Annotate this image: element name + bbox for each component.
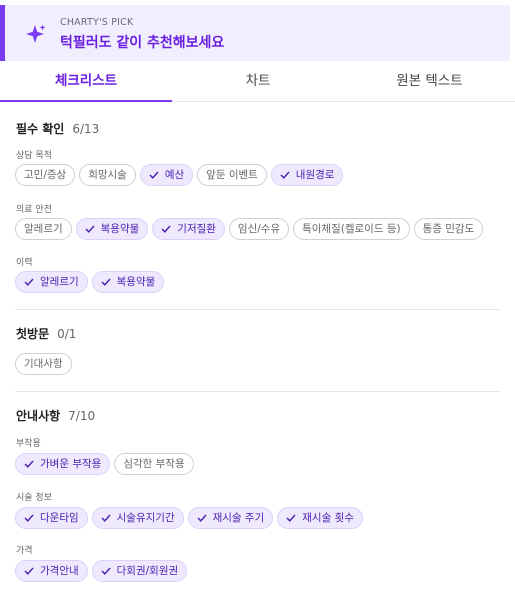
chip-label: 특이체질(켈로이드 등) — [302, 223, 401, 235]
active-tab-indicator — [0, 100, 172, 102]
banner-title: 턱필러도 같이 추천해보세요 — [60, 35, 225, 51]
chip-label: 알레르기 — [40, 276, 79, 288]
checklist-chip[interactable]: 기저질환 — [152, 218, 225, 240]
check-icon — [286, 514, 296, 522]
checklist-chip[interactable]: 알레르기 — [15, 218, 72, 240]
checklist-chip[interactable]: 재시술 횟수 — [277, 507, 363, 529]
checklist-chip[interactable]: 가격안내 — [15, 560, 88, 582]
chip-row: 가격안내 다회권/회원권 — [15, 560, 188, 582]
banner-kicker: CHARTY'S PICK — [60, 17, 134, 28]
check-icon — [101, 514, 111, 522]
check-icon — [24, 514, 34, 522]
checklist-chip[interactable]: 예산 — [139, 164, 194, 186]
chip-row: 알레르기 복용약물 기저질환 임신/수유 특이체질(켈로이드 등) 통증 민감도 — [15, 218, 484, 240]
tab-chart[interactable]: 차트 — [172, 62, 344, 102]
tab-checklist[interactable]: 체크리스트 — [0, 62, 172, 102]
chip-label: 기저질환 — [177, 223, 216, 235]
checklist-chip[interactable]: 고민/증상 — [15, 164, 76, 186]
section-divider — [15, 309, 500, 310]
sparkle-icon — [26, 24, 46, 43]
chip-label: 통증 민감도 — [422, 223, 475, 235]
check-icon — [161, 225, 171, 233]
tab-original-text[interactable]: 원본 텍스트 — [344, 62, 515, 102]
chip-label: 기대사항 — [24, 358, 63, 370]
checklist-chip[interactable]: 가벼운 부작용 — [15, 453, 111, 475]
group-label-consult-purpose: 상담 목적 — [16, 151, 52, 161]
check-icon — [24, 278, 34, 286]
chip-row: 기대사항 — [15, 353, 72, 375]
chip-label: 복용약물 — [100, 223, 140, 235]
checklist-chip[interactable]: 다회권/회원권 — [91, 560, 188, 582]
checklist-chip[interactable]: 알레르기 — [15, 271, 88, 293]
chip-label: 임신/수유 — [237, 223, 281, 235]
checklist-chip[interactable]: 통증 민감도 — [413, 218, 484, 240]
check-icon — [149, 171, 159, 179]
chip-label: 심각한 부작용 — [123, 458, 185, 470]
chip-label: 재시술 주기 — [212, 512, 265, 524]
check-icon — [280, 171, 290, 179]
chip-label: 다운타임 — [40, 512, 79, 524]
group-label-side-effects: 부작용 — [16, 439, 41, 449]
chip-label: 복용약물 — [116, 276, 156, 288]
chip-label: 고민/증상 — [24, 169, 67, 181]
tab-bar: 체크리스트 차트 원본 텍스트 — [0, 62, 515, 102]
chip-label: 예산 — [164, 169, 185, 181]
section-divider — [15, 391, 500, 392]
checklist-chip[interactable]: 희망시술 — [79, 164, 136, 186]
chip-label: 내원경로 — [295, 169, 335, 181]
chip-label: 희망시술 — [88, 169, 127, 181]
checklist-chip[interactable]: 재시술 주기 — [187, 507, 274, 529]
check-icon — [101, 278, 111, 286]
chip-label: 가격안내 — [40, 565, 79, 577]
section-title-first-visit: 첫방문 0/1 — [16, 327, 77, 341]
checklist-chip[interactable]: 복용약물 — [75, 218, 149, 240]
chip-label: 다회권/회원권 — [116, 565, 179, 577]
section-title-required: 필수 확인 6/13 — [16, 122, 100, 136]
checklist-chip[interactable]: 심각한 부작용 — [114, 453, 194, 475]
group-label-price: 가격 — [16, 546, 33, 556]
checklist-chip[interactable]: 앞둔 이벤트 — [197, 164, 267, 186]
check-icon — [85, 225, 95, 233]
chip-label: 알레르기 — [24, 223, 63, 235]
checklist-chip[interactable]: 임신/수유 — [228, 218, 290, 240]
chip-label: 재시술 횟수 — [302, 512, 354, 524]
checklist-chip[interactable]: 시술유지기간 — [91, 507, 184, 529]
checklist-chip[interactable]: 복용약물 — [91, 271, 165, 293]
checklist-chip[interactable]: 특이체질(켈로이드 등) — [293, 218, 410, 240]
chip-label: 시술유지기간 — [116, 512, 175, 524]
check-icon — [197, 514, 207, 522]
chip-row: 가벼운 부작용 심각한 부작용 — [15, 453, 194, 475]
section-count: 6/13 — [72, 122, 100, 136]
chip-row: 다운타임 시술유지기간 재시술 주기 재시술 횟수 — [15, 507, 363, 529]
chip-row: 고민/증상 희망시술 예산 앞둔 이벤트 내원경로 — [15, 164, 344, 186]
section-title-guidance: 안내사항 7/10 — [16, 409, 96, 423]
group-label-procedure-info: 시술 정보 — [16, 493, 52, 503]
check-icon — [24, 567, 34, 575]
checklist-chip[interactable]: 내원경로 — [270, 164, 344, 186]
check-icon — [24, 460, 34, 468]
group-label-medical-safety: 의료 안전 — [16, 205, 52, 215]
charty-pick-banner[interactable]: CHARTY'S PICK 턱필러도 같이 추천해보세요 — [0, 5, 510, 61]
group-label-history: 이력 — [16, 258, 33, 268]
chip-label: 앞둔 이벤트 — [206, 169, 258, 181]
chip-label: 가벼운 부작용 — [40, 458, 102, 470]
checklist-chip[interactable]: 다운타임 — [15, 507, 88, 529]
chip-row: 알레르기 복용약물 — [15, 271, 165, 293]
section-count: 7/10 — [68, 409, 96, 423]
section-count: 0/1 — [57, 327, 77, 341]
checklist-chip[interactable]: 기대사항 — [15, 353, 72, 375]
check-icon — [101, 567, 111, 575]
